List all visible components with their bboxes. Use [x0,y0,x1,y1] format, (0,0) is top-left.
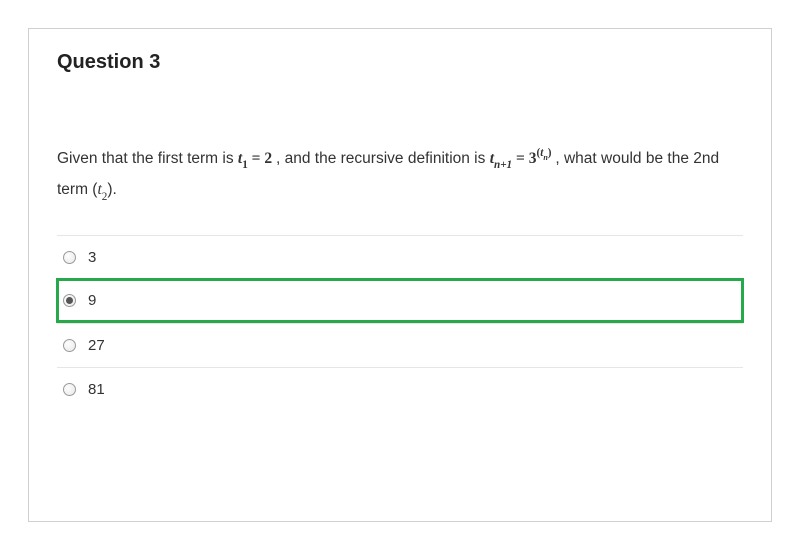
sub: 2 [102,191,108,203]
eq: = [512,150,529,167]
options-list: 3 9 27 81 [57,235,743,411]
option-row[interactable]: 81 [57,367,743,411]
val: 2 [264,150,272,167]
sub: 1 [242,159,248,171]
option-label: 3 [88,249,96,266]
radio-icon[interactable] [63,383,76,396]
question-card: Question 3 Given that the first term is … [28,28,772,522]
lhs-sub: n+1 [494,159,512,171]
math-first-term: t1 = 2 [238,150,276,167]
question-title: Question 3 [57,51,743,74]
option-label: 81 [88,381,105,398]
prompt-text-mid: , and the recursive definition is [276,150,490,167]
exp: (tn) [536,147,551,159]
question-prompt: Given that the first term is t1 = 2 , an… [57,144,743,207]
option-row[interactable]: 9 [56,278,744,323]
option-label: 9 [88,292,96,309]
option-row[interactable]: 3 [57,235,743,279]
prompt-text-end: ). [107,181,116,198]
exp-sub: n [543,153,547,162]
radio-icon[interactable] [63,251,76,264]
radio-icon[interactable] [63,294,76,307]
radio-icon[interactable] [63,339,76,352]
option-label: 27 [88,337,105,354]
exp-close: ) [548,147,552,159]
option-row[interactable]: 27 [57,323,743,367]
math-recursive: tn+1 = 3(tn) [490,150,556,167]
math-t2: t2 [97,181,107,198]
prompt-text-pre: Given that the first term is [57,150,238,167]
eq: = [248,150,265,167]
